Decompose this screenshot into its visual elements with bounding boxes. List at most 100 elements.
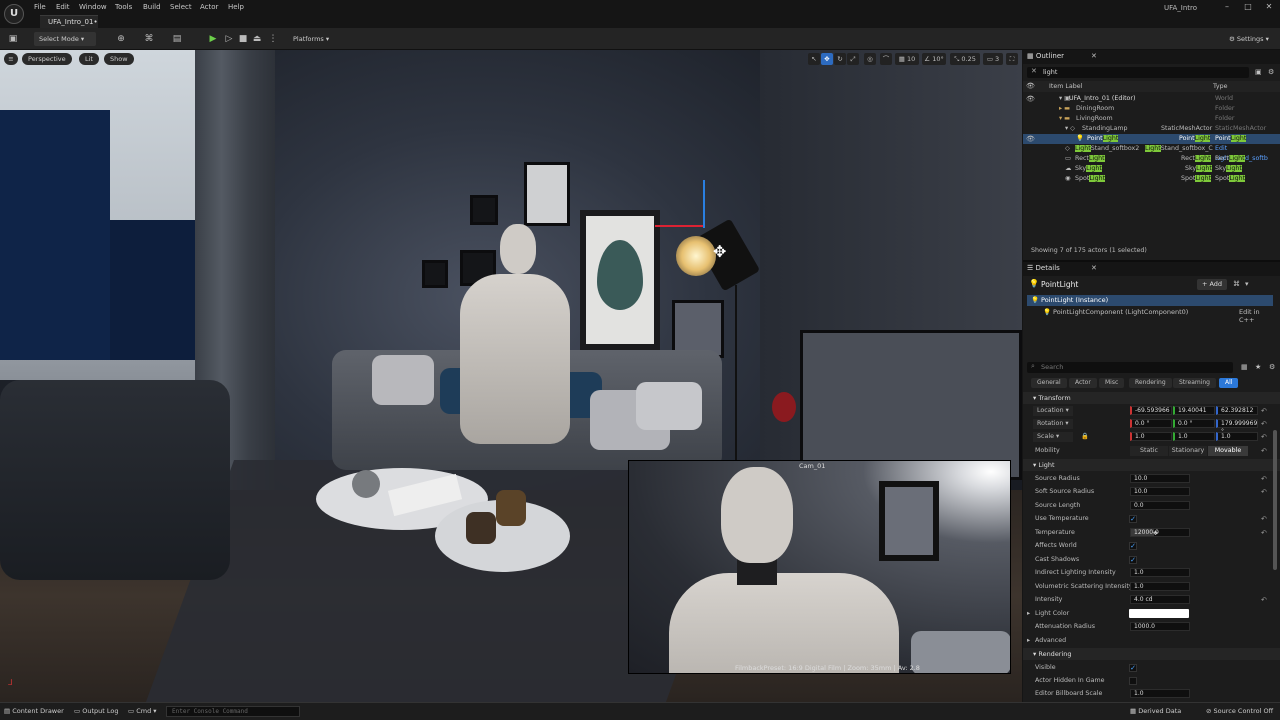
grid-snap-button[interactable]: ▦ 10 — [895, 53, 919, 65]
outliner-search-input[interactable]: light — [1043, 68, 1057, 76]
reset-icon[interactable]: ↶ — [1261, 528, 1267, 538]
reset-icon[interactable]: ↶ — [1261, 514, 1267, 524]
actor-name-field[interactable]: PointLight — [1041, 280, 1078, 289]
outliner-row[interactable]: ▸ ▬ DiningRoom Folder — [1023, 104, 1280, 114]
lit-button[interactable]: Lit — [79, 53, 99, 65]
affects-world-checkbox[interactable]: ✓ — [1129, 542, 1137, 550]
add-component-button[interactable]: + Add — [1197, 279, 1227, 290]
outliner-row-selected[interactable]: 👁 💡 PointLight PointLight PointLight — [1023, 134, 1280, 144]
tab-actor[interactable]: Actor — [1069, 378, 1097, 388]
menu-file[interactable]: File — [34, 3, 46, 11]
move-gizmo-icon[interactable]: ✥ — [713, 242, 726, 261]
point-light-gizmo[interactable] — [676, 236, 716, 276]
visible-checkbox[interactable]: ✓ — [1129, 664, 1137, 672]
reset-icon[interactable]: ↶ — [1261, 595, 1267, 605]
visibility-icon[interactable]: 👁 — [1026, 134, 1035, 144]
clear-search-icon[interactable]: ✕ — [1031, 67, 1037, 75]
gizmo-z-axis[interactable] — [703, 180, 705, 228]
cast-shadows-checkbox[interactable]: ✓ — [1129, 556, 1137, 564]
reset-icon[interactable]: ↶ — [1261, 487, 1267, 497]
col-type[interactable]: Type — [1213, 83, 1227, 90]
add-folder-icon[interactable]: ▣ — [1255, 68, 1262, 76]
reset-icon[interactable]: ↶ — [1261, 406, 1267, 416]
volumetric-intensity-field[interactable]: 1.0 — [1130, 582, 1190, 591]
rotation-y-field[interactable]: 0.0 ° — [1173, 419, 1215, 428]
rotation-snap-button[interactable]: ∠ 10° — [922, 53, 946, 65]
scale-x-field[interactable]: 1.0 — [1130, 432, 1172, 441]
camera-speed-button[interactable]: ▭ 3 — [983, 53, 1003, 65]
select-tool-icon[interactable]: ↖ — [808, 53, 820, 65]
col-item-label[interactable]: Item Label — [1049, 83, 1082, 90]
use-temperature-checkbox[interactable]: ✓ — [1129, 515, 1137, 523]
light-section-header[interactable]: ▾ Light — [1023, 459, 1280, 471]
component-instance-row[interactable]: 💡 PointLight (Instance) — [1027, 295, 1273, 306]
reset-icon[interactable]: ↶ — [1261, 446, 1267, 456]
source-control-button[interactable]: ⊘ Source Control Off — [1206, 707, 1273, 715]
save-icon[interactable]: ▣ — [6, 33, 20, 45]
menu-build[interactable]: Build — [143, 3, 161, 11]
outliner-settings-icon[interactable]: ⚙ — [1268, 68, 1274, 76]
mobility-stationary[interactable]: Stationary — [1169, 446, 1207, 456]
surface-snap-icon[interactable]: ⌒ — [880, 53, 892, 65]
soft-source-radius-field[interactable]: 10.0 — [1130, 487, 1190, 496]
mobility-movable[interactable]: Movable — [1208, 446, 1248, 456]
edit-cpp-link[interactable]: Edit in C++ — [1239, 308, 1273, 324]
details-scrollbar[interactable] — [1273, 430, 1277, 570]
location-z-field[interactable]: 62.392812 — [1216, 406, 1258, 415]
outliner-row[interactable]: ▭ RectLight RectLight RectLight — [1023, 154, 1280, 164]
select-mode-dropdown[interactable]: Select Mode ▾ — [34, 32, 96, 46]
tab-rendering[interactable]: Rendering — [1129, 378, 1172, 388]
close-button[interactable]: ✕ — [1262, 2, 1276, 14]
step-icon[interactable]: ▷ — [222, 33, 236, 45]
perspective-button[interactable]: Perspective — [22, 53, 72, 65]
component-row[interactable]: 💡 PointLightComponent (LightComponent0) … — [1027, 307, 1273, 324]
menu-help[interactable]: Help — [228, 3, 244, 11]
level-viewport[interactable]: ✥ ≡ Perspective Lit Show ↖ ✥ ↻ ⤢ ◎ ⌒ ▦ 1… — [0, 50, 1022, 702]
rotate-tool-icon[interactable]: ↻ — [834, 53, 846, 65]
outliner-row[interactable]: ▾ ◇ StandingLamp StaticMeshActor StaticM… — [1023, 124, 1280, 134]
world-space-icon[interactable]: ◎ — [864, 53, 876, 65]
content-drawer-button[interactable]: ▤ Content Drawer — [4, 707, 64, 715]
details-search-input[interactable]: Search — [1041, 363, 1063, 371]
chevron-down-icon[interactable]: ▾ — [1245, 280, 1249, 288]
derived-data-button[interactable]: ▦ Derived Data — [1130, 707, 1181, 715]
source-length-field[interactable]: 0.0 — [1130, 501, 1190, 510]
play-icon[interactable]: ▶ — [206, 33, 220, 45]
rotation-z-field[interactable]: 179.999969 ° — [1216, 419, 1258, 435]
gizmo-x-axis[interactable] — [655, 225, 705, 227]
details-search[interactable]: ⌕ Search — [1027, 362, 1233, 373]
menu-edit[interactable]: Edit — [56, 3, 70, 11]
lock-icon[interactable]: 🔒 — [1081, 432, 1089, 442]
light-color-swatch[interactable] — [1129, 609, 1189, 618]
grid-view-icon[interactable]: ▦ — [1241, 363, 1248, 371]
source-radius-field[interactable]: 10.0 — [1130, 474, 1190, 483]
menu-tools[interactable]: Tools — [115, 3, 132, 11]
rendering-section-header[interactable]: ▾ Rendering — [1023, 648, 1280, 660]
outliner-search[interactable]: ✕ light — [1027, 67, 1249, 78]
blueprint-icon[interactable]: ⌘ — [1233, 280, 1240, 288]
menu-window[interactable]: Window — [79, 3, 107, 11]
more-icon[interactable]: ⋮ — [266, 33, 280, 45]
location-dropdown[interactable]: Location ▾ — [1033, 406, 1073, 416]
scale-z-field[interactable]: 1.0 — [1216, 432, 1258, 441]
menu-actor[interactable]: Actor — [200, 3, 218, 11]
move-tool-icon[interactable]: ✥ — [821, 53, 833, 65]
minimize-button[interactable]: – — [1220, 2, 1234, 14]
outliner-row[interactable]: ▾ ▬ LivingRoom Folder — [1023, 114, 1280, 124]
add-actor-icon[interactable]: ⊕ — [114, 33, 128, 45]
reset-icon[interactable]: ↶ — [1261, 432, 1267, 442]
tab-all[interactable]: All — [1219, 378, 1239, 388]
viewport-menu-icon[interactable]: ≡ — [4, 53, 18, 65]
eject-icon[interactable]: ⏏ — [250, 33, 264, 45]
tab-misc[interactable]: Misc — [1099, 378, 1125, 388]
maximize-viewport-icon[interactable]: ⛶ — [1006, 53, 1018, 65]
details-settings-icon[interactable]: ⚙ — [1269, 363, 1275, 371]
expand-icon[interactable]: ▸ — [1027, 609, 1030, 619]
scale-dropdown[interactable]: Scale ▾ — [1033, 432, 1073, 442]
level-tab[interactable]: UFA_Intro_01• — [40, 15, 98, 28]
hidden-in-game-checkbox[interactable] — [1129, 677, 1137, 685]
platforms-dropdown[interactable]: Platforms ▾ — [288, 32, 342, 46]
expand-icon[interactable]: ▸ — [1027, 636, 1030, 646]
tab-streaming[interactable]: Streaming — [1173, 378, 1216, 388]
location-x-field[interactable]: -69.593966 — [1130, 406, 1172, 415]
